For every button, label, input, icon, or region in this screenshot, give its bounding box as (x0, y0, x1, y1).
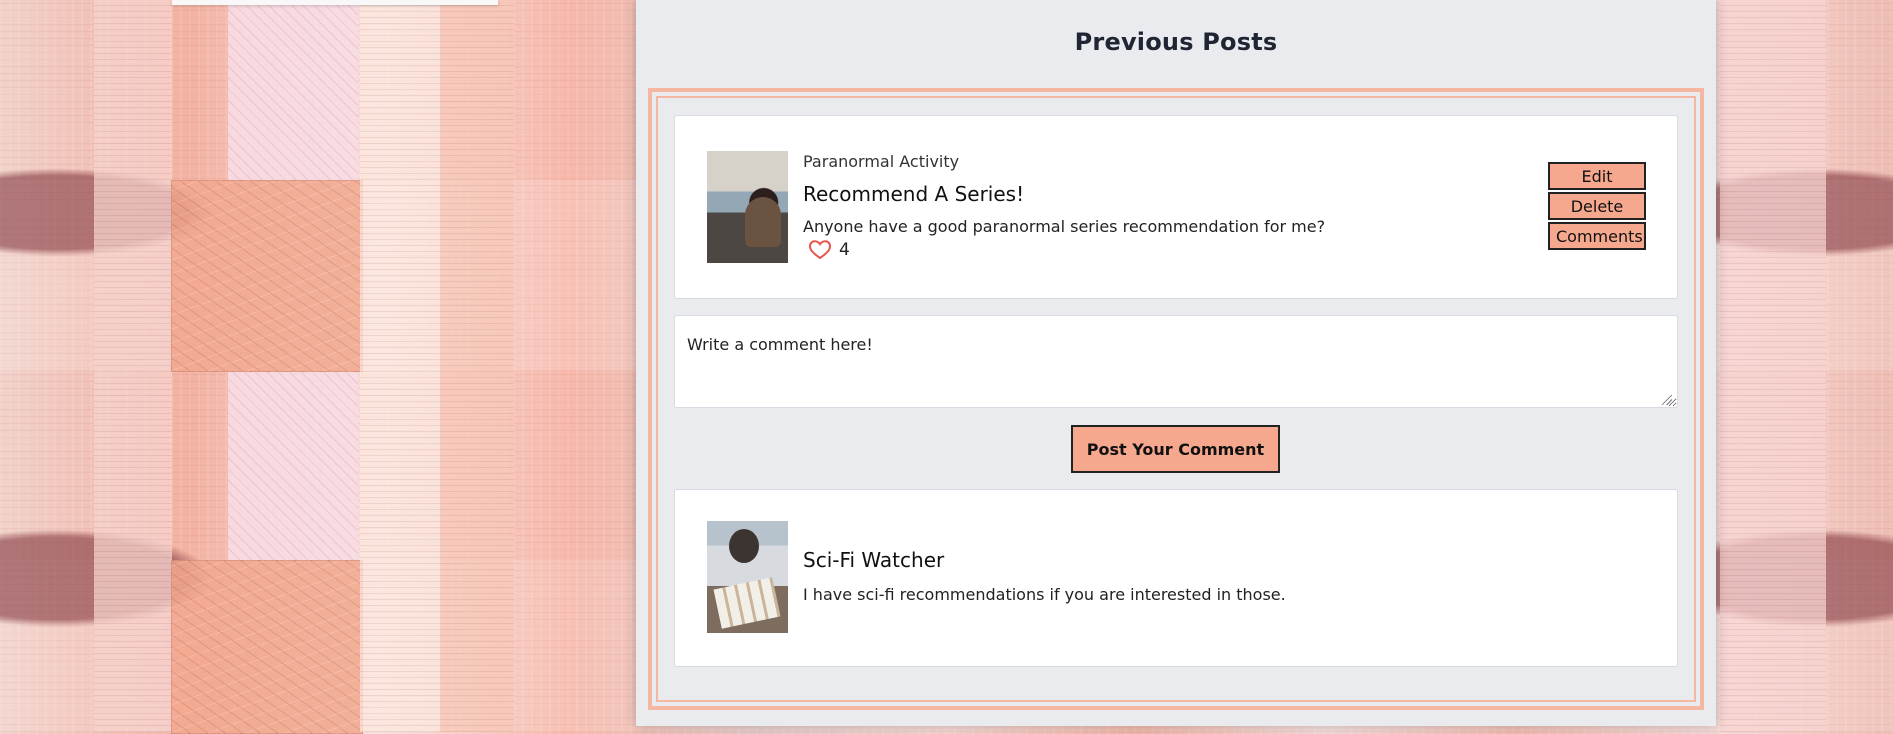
delete-button[interactable]: Delete (1548, 192, 1646, 220)
heart-icon[interactable] (808, 240, 832, 260)
background-panel-edge (172, 0, 498, 5)
background-map (171, 560, 363, 734)
comment-input[interactable] (674, 315, 1678, 408)
post-card: Paranormal Activity Recommend A Series! … (674, 115, 1678, 299)
background-map (171, 180, 363, 372)
post-image (707, 151, 788, 263)
comment-author: Sci-Fi Watcher (803, 548, 945, 572)
like-counter: 4 (803, 240, 850, 260)
background-paper-column (1720, 0, 1826, 732)
background-map (228, 372, 358, 560)
comments-button[interactable]: Comments (1548, 222, 1646, 250)
post-body: Anyone have a good paranormal series rec… (803, 217, 1326, 236)
background-paper-column (360, 0, 440, 732)
post-comment-button[interactable]: Post Your Comment (1071, 425, 1280, 473)
post-title: Recommend A Series! (803, 182, 1025, 206)
like-count: 4 (839, 240, 850, 260)
post-actions: Edit Delete Comments (1548, 162, 1646, 252)
background-paper-column (94, 0, 172, 732)
comment-card: Sci-Fi Watcher I have sci-fi recommendat… (674, 489, 1678, 667)
background-paper-column (440, 0, 514, 732)
previous-posts-panel: Previous Posts Paranormal Activity Recom… (636, 0, 1716, 726)
textarea-resize-handle[interactable] (1662, 395, 1672, 405)
edit-button[interactable]: Edit (1548, 162, 1646, 190)
post-category: Paranormal Activity (803, 152, 960, 171)
comment-body: I have sci-fi recommendations if you are… (803, 585, 1286, 604)
background-map (228, 0, 358, 180)
comment-avatar-image (707, 521, 788, 633)
page-title: Previous Posts (1074, 27, 1278, 56)
